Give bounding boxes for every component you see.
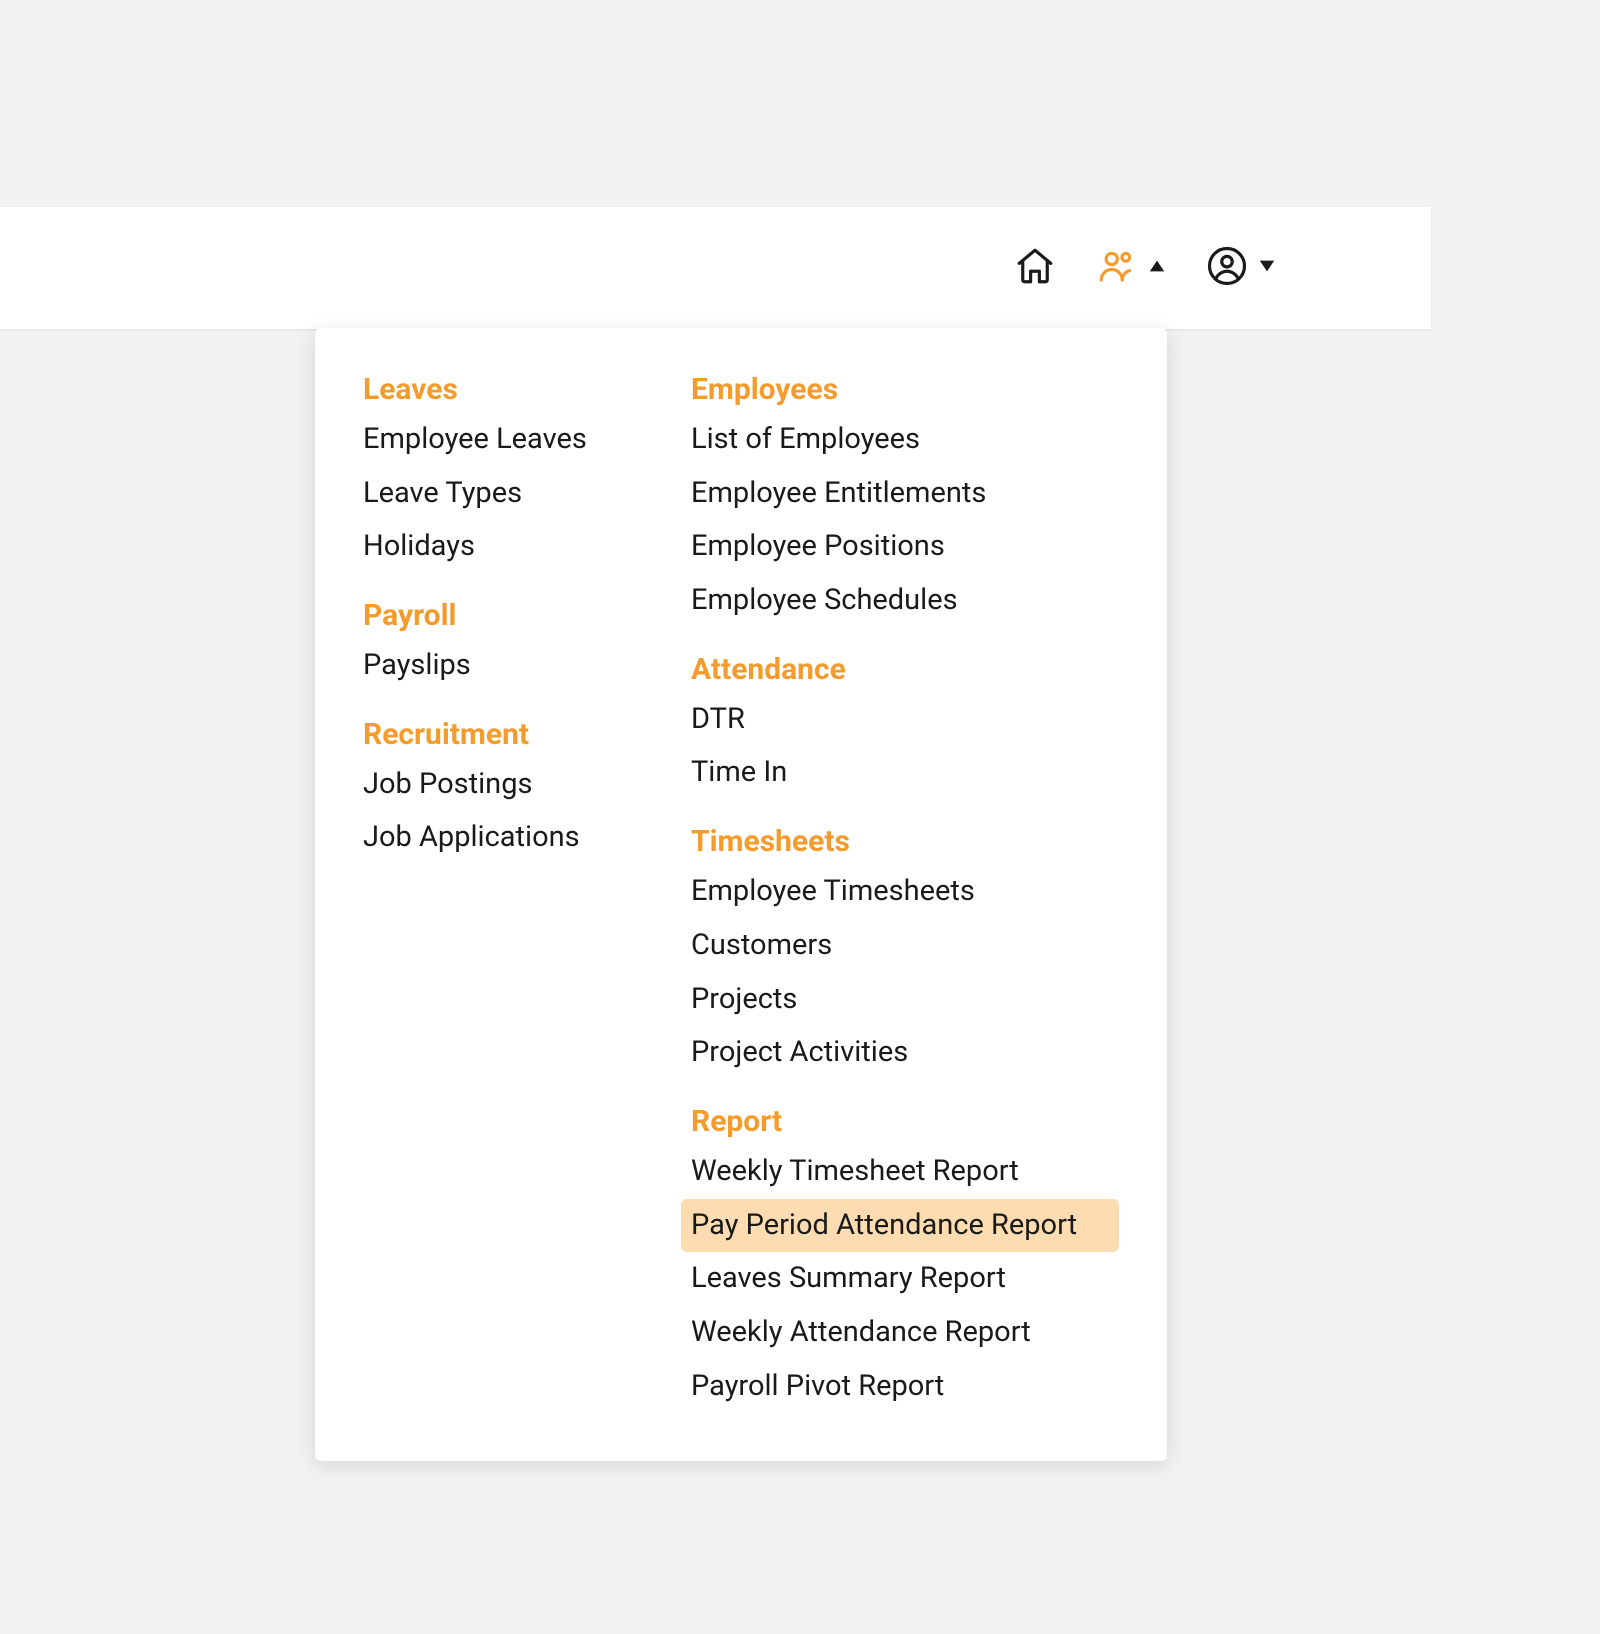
dropdown-column-right: Employees List of Employees Employee Ent…	[691, 372, 1119, 1413]
menu-item-leaves-summary-report[interactable]: Leaves Summary Report	[681, 1252, 1119, 1306]
caret-up-icon	[1148, 257, 1166, 279]
menu-item-customers[interactable]: Customers	[681, 919, 1119, 973]
top-navigation-bar	[0, 207, 1431, 329]
section-header-report: Report	[691, 1104, 1119, 1139]
topbar-icons-group	[1014, 245, 1276, 291]
menu-item-dtr[interactable]: DTR	[681, 693, 1119, 747]
section-header-recruitment: Recruitment	[363, 717, 643, 752]
section-header-attendance: Attendance	[691, 652, 1119, 687]
user-icon	[1206, 245, 1248, 291]
user-dropdown-button[interactable]	[1206, 245, 1276, 291]
menu-item-employee-entitlements[interactable]: Employee Entitlements	[681, 467, 1119, 521]
menu-item-list-of-employees[interactable]: List of Employees	[681, 413, 1119, 467]
menu-item-employee-leaves[interactable]: Employee Leaves	[353, 413, 643, 467]
menu-item-job-postings[interactable]: Job Postings	[353, 758, 643, 812]
menu-item-project-activities[interactable]: Project Activities	[681, 1026, 1119, 1080]
menu-item-employee-timesheets[interactable]: Employee Timesheets	[681, 865, 1119, 919]
team-dropdown-panel: Leaves Employee Leaves Leave Types Holid…	[315, 328, 1167, 1461]
dropdown-column-left: Leaves Employee Leaves Leave Types Holid…	[363, 372, 643, 1413]
section-header-employees: Employees	[691, 372, 1119, 407]
home-button[interactable]	[1014, 245, 1056, 291]
section-header-payroll: Payroll	[363, 598, 643, 633]
menu-item-time-in[interactable]: Time In	[681, 746, 1119, 800]
menu-item-projects[interactable]: Projects	[681, 973, 1119, 1027]
section-header-timesheets: Timesheets	[691, 824, 1119, 859]
caret-down-icon	[1258, 257, 1276, 279]
menu-item-leave-types[interactable]: Leave Types	[353, 467, 643, 521]
menu-item-payslips[interactable]: Payslips	[353, 639, 643, 693]
menu-item-holidays[interactable]: Holidays	[353, 520, 643, 574]
team-dropdown-button[interactable]	[1096, 245, 1166, 291]
menu-item-weekly-attendance-report[interactable]: Weekly Attendance Report	[681, 1306, 1119, 1360]
home-icon	[1014, 245, 1056, 291]
menu-item-employee-schedules[interactable]: Employee Schedules	[681, 574, 1119, 628]
menu-item-job-applications[interactable]: Job Applications	[353, 811, 643, 865]
menu-item-payroll-pivot-report[interactable]: Payroll Pivot Report	[681, 1360, 1119, 1414]
team-icon	[1096, 245, 1138, 291]
menu-item-employee-positions[interactable]: Employee Positions	[681, 520, 1119, 574]
menu-item-weekly-timesheet-report[interactable]: Weekly Timesheet Report	[681, 1145, 1119, 1199]
section-header-leaves: Leaves	[363, 372, 643, 407]
menu-item-pay-period-attendance-report[interactable]: Pay Period Attendance Report	[681, 1199, 1119, 1253]
